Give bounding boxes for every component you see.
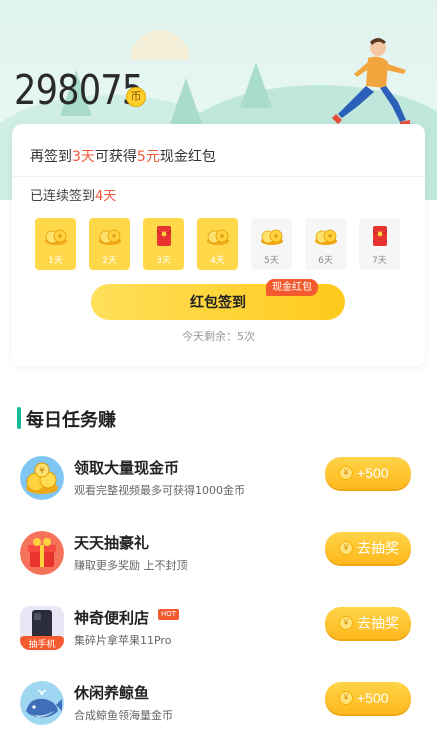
day-label: 3天 <box>156 256 171 266</box>
task-title: 领取大量现金币 <box>74 459 180 477</box>
day-label: 5天 <box>264 256 279 266</box>
signin-streak: 已连续签到4天 <box>30 185 116 204</box>
day-label: 4天 <box>210 256 225 266</box>
coin-icon: ¥ <box>45 229 67 245</box>
signin-days-row: ¥1天 ¥2天 3天 ¥4天 ¥5天 ¥6天 7天 <box>35 218 405 270</box>
task-item: ¥ 领取大量现金币 观看完整视频最多可获得1000金币 ¥ +500 <box>0 456 437 516</box>
task-title: 天天抽豪礼 <box>74 534 150 552</box>
prompt-mid: 可获得 <box>94 149 137 165</box>
task-desc: 观看完整视频最多可获得1000金币 <box>74 484 245 497</box>
action-label: 去抽奖 <box>357 615 399 631</box>
svg-text:¥: ¥ <box>58 234 62 241</box>
task-title: 休闲养鲸鱼 <box>74 684 150 702</box>
task-action-button[interactable]: ¥ 去抽奖 <box>325 532 411 564</box>
gift-box-icon <box>20 531 64 575</box>
svg-text:¥: ¥ <box>328 234 332 241</box>
cash-envelope-tag: 现金红包 <box>266 279 318 296</box>
day-label: 7天 <box>372 256 387 266</box>
task-desc: 集碎片拿苹果11Pro <box>74 634 172 647</box>
prompt-suffix: 现金红包 <box>159 149 216 165</box>
day-cell: 3天 <box>143 218 184 270</box>
task-item: 天天抽豪礼 赚取更多奖励 上不封顶 ¥ 去抽奖 <box>0 531 437 591</box>
red-envelope-icon <box>156 226 172 246</box>
day-label: 1天 <box>48 256 63 266</box>
hot-badge: HOT <box>158 609 180 620</box>
coin-icon: ¥ <box>207 229 229 245</box>
task-desc: 赚取更多奖励 上不封顶 <box>74 559 188 572</box>
task-action-button[interactable]: ¥ 去抽奖 <box>325 607 411 639</box>
coin-icon: ¥ <box>99 229 121 245</box>
day-cell: 7天 <box>359 218 400 270</box>
coin-pile-icon: ¥ <box>20 456 64 500</box>
svg-text:¥: ¥ <box>39 466 44 475</box>
action-label: +500 <box>357 690 389 706</box>
divider <box>12 176 425 177</box>
svg-text:¥: ¥ <box>274 234 278 241</box>
runner-illustration <box>332 38 410 127</box>
prompt-days: 3天 <box>72 149 95 165</box>
task-action-button[interactable]: ¥ +500 <box>325 457 411 489</box>
prompt-amount: 5元 <box>136 149 160 165</box>
task-action-button[interactable]: ¥ +500 <box>325 682 411 714</box>
section-title: 每日任务赚 <box>26 410 116 431</box>
action-label: +500 <box>357 465 389 481</box>
red-envelope-icon <box>372 226 388 246</box>
streak-days: 4天 <box>95 189 117 204</box>
section-accent-bar <box>17 407 21 429</box>
day-label: 2天 <box>102 256 117 266</box>
day-cell: ¥4天 <box>197 218 238 270</box>
task-title: 神奇便利店 <box>74 609 150 627</box>
day-cell: ¥2天 <box>89 218 130 270</box>
remaining-count: 今天剩余：5次 <box>182 330 255 343</box>
phone-icon-label: 抽手机 <box>28 638 55 650</box>
phone-icon: 抽手机 <box>20 606 64 650</box>
day-cell: ¥5天 <box>251 218 292 270</box>
coin-balance: 298075 <box>14 66 144 114</box>
sun-decoration <box>130 30 190 60</box>
svg-text:¥: ¥ <box>220 234 224 241</box>
coin-icon: ¥ <box>339 466 353 480</box>
day-cell: ¥1天 <box>35 218 76 270</box>
coin-icon: ¥ <box>339 691 353 705</box>
coin-unit-icon: 币 <box>126 87 146 107</box>
coin-icon: ¥ <box>339 541 353 555</box>
coin-icon: ¥ <box>315 229 337 245</box>
signin-prompt: 再签到3天可获得5元现金红包 <box>30 146 216 166</box>
streak-prefix: 已连续签到 <box>30 189 96 204</box>
task-item: 休闲养鲸鱼 合成鲸鱼领海量金币 ¥ +500 <box>0 681 437 741</box>
tree-decoration <box>240 62 272 108</box>
day-label: 6天 <box>318 256 333 266</box>
task-desc: 合成鲸鱼领海量金币 <box>74 709 173 722</box>
signin-card: 再签到3天可获得5元现金红包 已连续签到4天 ¥1天 ¥2天 3天 ¥4天 ¥5… <box>12 124 425 366</box>
day-cell: ¥6天 <box>305 218 346 270</box>
whale-icon <box>20 681 64 725</box>
tree-decoration <box>170 78 202 124</box>
coin-icon: ¥ <box>339 616 353 630</box>
prompt-prefix: 再签到 <box>30 149 72 165</box>
svg-text:¥: ¥ <box>112 234 116 241</box>
action-label: 去抽奖 <box>357 540 399 556</box>
task-item: 抽手机 神奇便利店 HOT 集碎片拿苹果11Pro ¥ 去抽奖 <box>0 606 437 666</box>
coin-icon: ¥ <box>261 229 283 245</box>
